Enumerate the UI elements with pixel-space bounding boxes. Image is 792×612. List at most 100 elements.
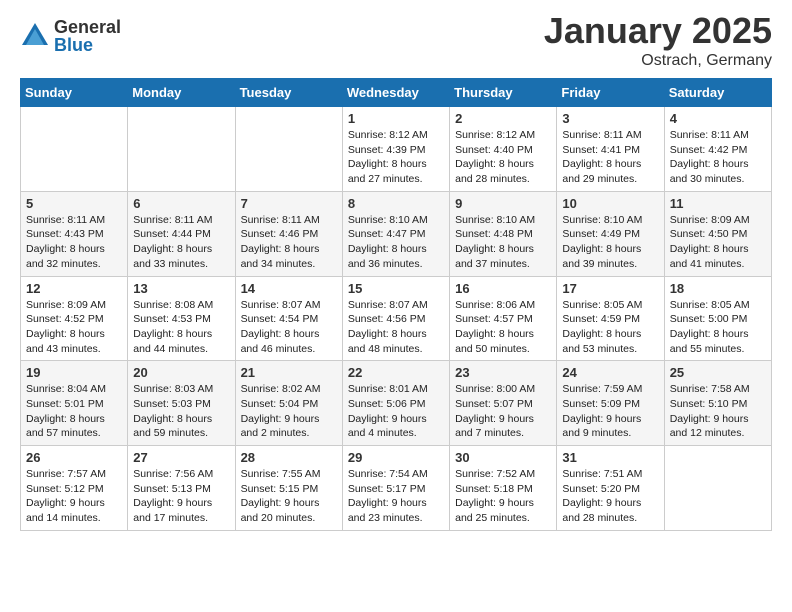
calendar-cell: 13Sunrise: 8:08 AM Sunset: 4:53 PM Dayli… [128,276,235,361]
calendar-cell: 8 Sunrise: 8:10 AM Sunset: 4:47 PM Daylig… [342,191,449,276]
day-number: 26 [26,450,122,465]
calendar-cell: 6 Sunrise: 8:11 AM Sunset: 4:44 PM Daylig… [128,191,235,276]
day-info: Sunrise: 7:55 AM Sunset: 5:15 PM Dayligh… [241,467,337,526]
calendar-cell: 15 Sunrise: 8:07 AM Sunset: 4:56 PM Dayli… [342,276,449,361]
day-info: Sunrise: 8:10 AM Sunset: 4:48 PM Dayligh… [455,213,551,272]
calendar-cell: 20Sunrise: 8:03 AM Sunset: 5:03 PM Dayli… [128,361,235,446]
header-day-thursday: Thursday [450,79,557,107]
calendar-cell: 7 Sunrise: 8:11 AM Sunset: 4:46 PM Daylig… [235,191,342,276]
day-number: 10 [562,196,658,211]
day-number: 22 [348,365,444,380]
day-info: Sunrise: 8:11 AM Sunset: 4:41 PM Dayligh… [562,128,658,187]
page-header: General Blue January 2025 Ostrach, Germa… [20,10,772,70]
day-info: Sunrise: 8:11 AM Sunset: 4:46 PM Dayligh… [241,213,337,272]
calendar-cell: 29Sunrise: 7:54 AM Sunset: 5:17 PM Dayli… [342,446,449,531]
calendar-cell: 28 Sunrise: 7:55 AM Sunset: 5:15 PM Dayli… [235,446,342,531]
day-number: 30 [455,450,551,465]
calendar-cell: 23 Sunrise: 8:00 AM Sunset: 5:07 PM Dayli… [450,361,557,446]
day-number: 25 [670,365,766,380]
day-number: 21 [241,365,337,380]
month-title: January 2025 [544,10,772,52]
day-info: Sunrise: 8:11 AM Sunset: 4:42 PM Dayligh… [670,128,766,187]
day-info: Sunrise: 7:52 AM Sunset: 5:18 PM Dayligh… [455,467,551,526]
calendar-cell: 1 Sunrise: 8:12 AM Sunset: 4:39 PM Daylig… [342,107,449,192]
day-info: Sunrise: 8:11 AM Sunset: 4:44 PM Dayligh… [133,213,229,272]
calendar-cell [21,107,128,192]
logo-icon [20,21,50,51]
day-info: Sunrise: 8:05 AM Sunset: 5:00 PM Dayligh… [670,298,766,357]
day-number: 2 [455,111,551,126]
calendar-cell: 18 Sunrise: 8:05 AM Sunset: 5:00 PM Dayli… [664,276,771,361]
day-number: 14 [241,281,337,296]
calendar-cell: 5 Sunrise: 8:11 AM Sunset: 4:43 PM Daylig… [21,191,128,276]
calendar-cell: 9 Sunrise: 8:10 AM Sunset: 4:48 PM Daylig… [450,191,557,276]
day-info: Sunrise: 8:07 AM Sunset: 4:56 PM Dayligh… [348,298,444,357]
day-info: Sunrise: 7:54 AM Sunset: 5:17 PM Dayligh… [348,467,444,526]
logo-general: General [54,18,121,36]
day-info: Sunrise: 8:12 AM Sunset: 4:40 PM Dayligh… [455,128,551,187]
day-info: Sunrise: 7:59 AM Sunset: 5:09 PM Dayligh… [562,382,658,441]
day-number: 12 [26,281,122,296]
logo-blue: Blue [54,36,121,54]
calendar-cell: 10 Sunrise: 8:10 AM Sunset: 4:49 PM Dayli… [557,191,664,276]
day-info: Sunrise: 8:01 AM Sunset: 5:06 PM Dayligh… [348,382,444,441]
day-info: Sunrise: 8:10 AM Sunset: 4:49 PM Dayligh… [562,213,658,272]
title-block: January 2025 Ostrach, Germany [544,10,772,70]
calendar-table: SundayMondayTuesdayWednesdayThursdayFrid… [20,78,772,531]
day-info: Sunrise: 8:11 AM Sunset: 4:43 PM Dayligh… [26,213,122,272]
day-number: 9 [455,196,551,211]
week-row-3: 12 Sunrise: 8:09 AM Sunset: 4:52 PM Dayli… [21,276,772,361]
day-info: Sunrise: 8:12 AM Sunset: 4:39 PM Dayligh… [348,128,444,187]
calendar-cell: 19Sunrise: 8:04 AM Sunset: 5:01 PM Dayli… [21,361,128,446]
calendar-cell: 22 Sunrise: 8:01 AM Sunset: 5:06 PM Dayli… [342,361,449,446]
calendar-cell: 21Sunrise: 8:02 AM Sunset: 5:04 PM Dayli… [235,361,342,446]
day-number: 28 [241,450,337,465]
calendar-cell: 3 Sunrise: 8:11 AM Sunset: 4:41 PM Daylig… [557,107,664,192]
day-info: Sunrise: 8:09 AM Sunset: 4:52 PM Dayligh… [26,298,122,357]
calendar-cell: 2 Sunrise: 8:12 AM Sunset: 4:40 PM Daylig… [450,107,557,192]
day-number: 5 [26,196,122,211]
week-row-1: 1 Sunrise: 8:12 AM Sunset: 4:39 PM Daylig… [21,107,772,192]
day-info: Sunrise: 7:57 AM Sunset: 5:12 PM Dayligh… [26,467,122,526]
calendar-cell: 30 Sunrise: 7:52 AM Sunset: 5:18 PM Dayli… [450,446,557,531]
week-row-5: 26 Sunrise: 7:57 AM Sunset: 5:12 PM Dayli… [21,446,772,531]
day-number: 15 [348,281,444,296]
day-number: 7 [241,196,337,211]
header-day-saturday: Saturday [664,79,771,107]
day-number: 11 [670,196,766,211]
calendar-cell: 4Sunrise: 8:11 AM Sunset: 4:42 PM Daylig… [664,107,771,192]
day-info: Sunrise: 7:51 AM Sunset: 5:20 PM Dayligh… [562,467,658,526]
day-number: 8 [348,196,444,211]
day-info: Sunrise: 8:06 AM Sunset: 4:57 PM Dayligh… [455,298,551,357]
day-info: Sunrise: 8:05 AM Sunset: 4:59 PM Dayligh… [562,298,658,357]
header-day-wednesday: Wednesday [342,79,449,107]
calendar-cell [128,107,235,192]
day-number: 23 [455,365,551,380]
logo: General Blue [20,18,121,54]
day-number: 20 [133,365,229,380]
day-number: 17 [562,281,658,296]
header-day-tuesday: Tuesday [235,79,342,107]
week-row-2: 5 Sunrise: 8:11 AM Sunset: 4:43 PM Daylig… [21,191,772,276]
day-number: 27 [133,450,229,465]
day-info: Sunrise: 8:10 AM Sunset: 4:47 PM Dayligh… [348,213,444,272]
day-number: 6 [133,196,229,211]
calendar-cell: 31 Sunrise: 7:51 AM Sunset: 5:20 PM Dayli… [557,446,664,531]
day-info: Sunrise: 7:56 AM Sunset: 5:13 PM Dayligh… [133,467,229,526]
day-number: 13 [133,281,229,296]
day-info: Sunrise: 8:07 AM Sunset: 4:54 PM Dayligh… [241,298,337,357]
week-row-4: 19Sunrise: 8:04 AM Sunset: 5:01 PM Dayli… [21,361,772,446]
day-number: 3 [562,111,658,126]
location: Ostrach, Germany [544,52,772,70]
header-day-monday: Monday [128,79,235,107]
day-info: Sunrise: 7:58 AM Sunset: 5:10 PM Dayligh… [670,382,766,441]
day-info: Sunrise: 8:00 AM Sunset: 5:07 PM Dayligh… [455,382,551,441]
day-number: 18 [670,281,766,296]
day-number: 31 [562,450,658,465]
day-number: 1 [348,111,444,126]
day-number: 16 [455,281,551,296]
calendar-cell: 11Sunrise: 8:09 AM Sunset: 4:50 PM Dayli… [664,191,771,276]
logo-text: General Blue [54,18,121,54]
day-info: Sunrise: 8:04 AM Sunset: 5:01 PM Dayligh… [26,382,122,441]
header-day-sunday: Sunday [21,79,128,107]
